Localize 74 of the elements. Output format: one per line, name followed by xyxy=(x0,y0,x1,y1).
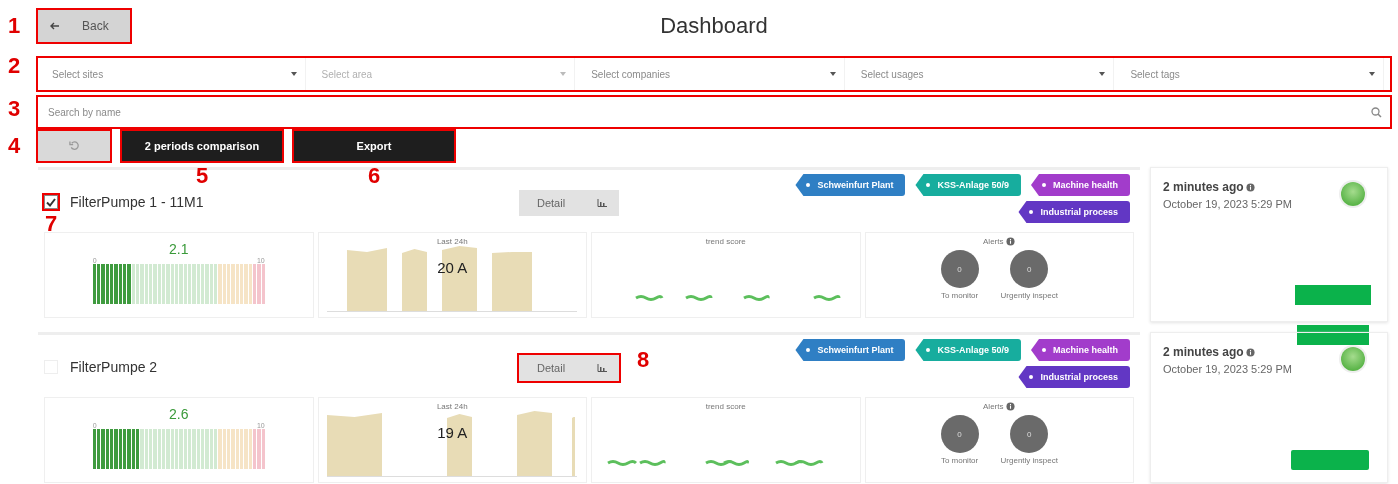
bar-chart-icon xyxy=(597,364,607,372)
alerts-title: Alerts xyxy=(983,402,1004,411)
trend-line xyxy=(685,295,712,301)
callout-number: 2 xyxy=(8,55,21,77)
alert-label: To monitor xyxy=(940,291,979,300)
tag: Machine health xyxy=(1031,174,1130,196)
trend-line xyxy=(639,460,665,466)
alert-label: To monitor xyxy=(940,456,979,465)
alert-label: Urgently inspect xyxy=(1000,291,1058,300)
action-button[interactable]: Export xyxy=(294,131,454,161)
search-icon xyxy=(1371,106,1382,118)
select-dropdown[interactable]: Select usages xyxy=(852,58,1115,90)
redaction-block xyxy=(1297,325,1369,345)
last-update: 2 minutes ago xyxy=(1163,180,1244,194)
info-icon xyxy=(1006,237,1016,246)
chart-area xyxy=(402,249,428,312)
tag: Schweinfurt Plant xyxy=(795,339,906,361)
detail-button[interactable]: Detail xyxy=(519,190,619,216)
bar-chart-icon xyxy=(597,199,607,207)
info-icon xyxy=(1245,182,1255,192)
trend-line xyxy=(607,460,637,466)
alert-count: 0 xyxy=(1010,415,1049,453)
arrow-left-icon xyxy=(50,22,60,30)
update-date: October 19, 2023 5:29 PM xyxy=(1163,363,1294,375)
undo-icon xyxy=(68,139,80,151)
device-name: FilterPumpe 1 - 11M1 xyxy=(70,194,204,210)
tag: Industrial process xyxy=(1018,201,1130,223)
alert-count: 0 xyxy=(1010,250,1049,288)
tag: Schweinfurt Plant xyxy=(795,174,906,196)
action-button[interactable]: 2 periods comparison xyxy=(122,131,282,161)
current-reading: 20 A xyxy=(437,259,468,276)
trend-line xyxy=(813,295,840,301)
tag: Industrial process xyxy=(1018,366,1130,388)
page-title: Dashboard xyxy=(660,13,768,39)
callout-number: 7 xyxy=(44,213,58,235)
alert-count: 0 xyxy=(940,250,979,288)
reset-button[interactable] xyxy=(38,131,110,161)
select-dropdown[interactable]: Select companies xyxy=(583,58,845,90)
tag: KSS-Anlage 50/9 xyxy=(915,339,1021,361)
chart-title: trend score xyxy=(705,237,746,246)
device-name: FilterPumpe 2 xyxy=(70,359,158,375)
info-icon xyxy=(1006,402,1016,411)
update-date: October 19, 2023 5:29 PM xyxy=(1163,198,1294,210)
gauge-value: 2.6 xyxy=(169,406,189,422)
callout-number: 8 xyxy=(637,349,650,371)
select-checkbox[interactable] xyxy=(44,195,58,209)
info-icon xyxy=(1245,347,1255,357)
callout-number: 6 xyxy=(367,165,381,187)
back-button[interactable]: Back xyxy=(38,10,130,42)
gauge-value: 2.1 xyxy=(169,241,189,257)
chart-title: trend score xyxy=(705,402,746,411)
trend-line xyxy=(635,295,663,301)
tag: Machine health xyxy=(1031,339,1130,361)
chart-area xyxy=(517,411,553,477)
chart-area xyxy=(572,417,576,477)
chart-title: Last 24h xyxy=(436,402,468,411)
select-dropdown[interactable]: Select tags xyxy=(1122,58,1384,90)
callout-number: 5 xyxy=(195,165,209,187)
alert-label: Urgently inspect xyxy=(1000,456,1058,465)
last-update: 2 minutes ago xyxy=(1163,345,1244,359)
callout-number: 1 xyxy=(8,15,21,37)
chart-area xyxy=(347,248,388,312)
tag: KSS-Anlage 50/9 xyxy=(915,174,1021,196)
callout-number: 4 xyxy=(8,135,21,157)
alerts-title: Alerts xyxy=(983,237,1004,246)
chart-title: Last 24h xyxy=(436,237,468,246)
trend-line xyxy=(743,295,769,301)
alert-count: 0 xyxy=(940,415,979,453)
chart-area xyxy=(327,413,383,477)
current-reading: 19 A xyxy=(437,424,468,441)
select-dropdown[interactable]: Select sites xyxy=(44,58,306,90)
callout-number: 3 xyxy=(8,97,21,120)
detail-button[interactable]: Detail xyxy=(519,355,619,381)
chart-area xyxy=(492,252,533,312)
